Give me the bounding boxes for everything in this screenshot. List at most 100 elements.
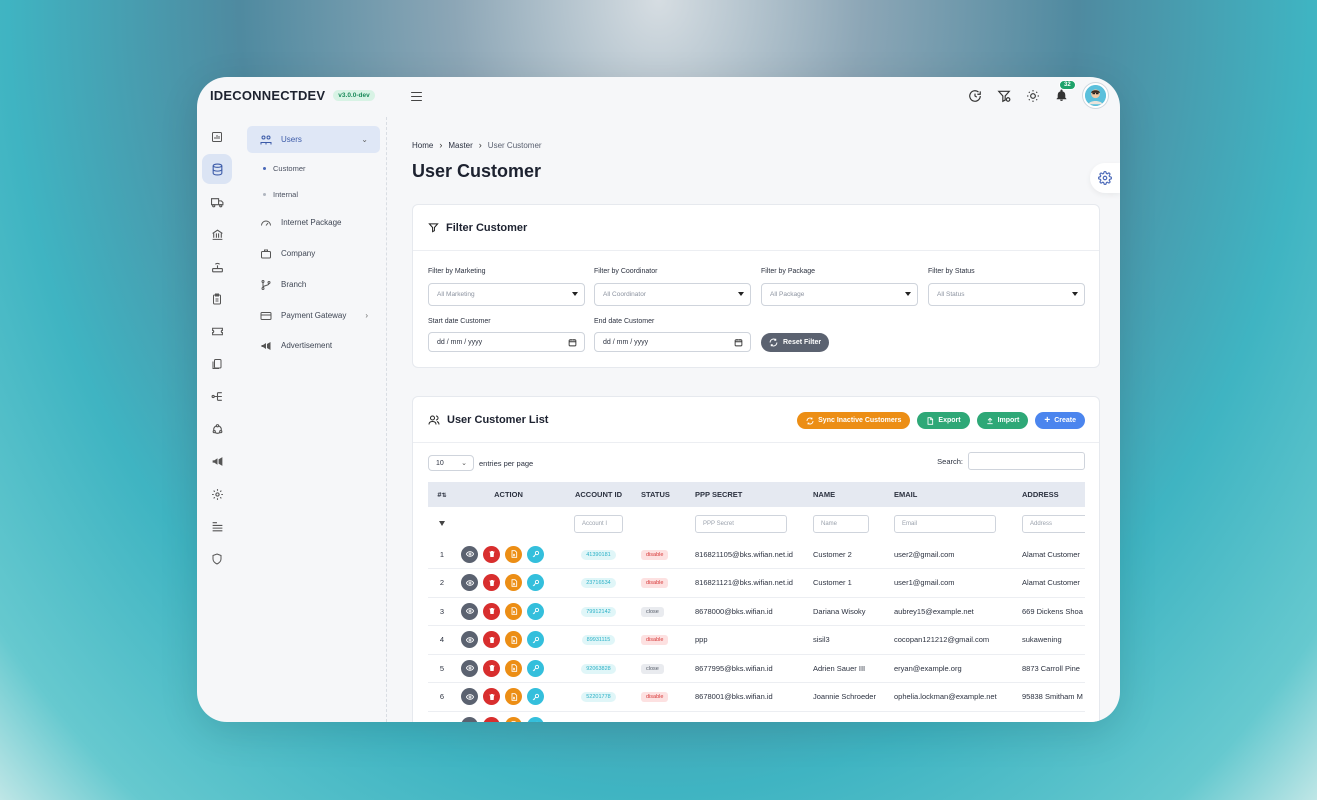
breadcrumb-master[interactable]: Master — [448, 141, 472, 150]
edit-file-icon[interactable] — [505, 602, 522, 620]
hierarchy-icon[interactable] — [202, 381, 232, 411]
key-icon[interactable] — [527, 688, 544, 706]
megaphone-icon[interactable] — [202, 446, 232, 476]
edit-file-icon[interactable] — [505, 631, 522, 649]
delete-trash-icon[interactable] — [483, 688, 500, 706]
email-filter-input[interactable]: Email — [894, 514, 996, 533]
delete-trash-icon[interactable] — [483, 574, 500, 592]
delete-trash-icon[interactable] — [483, 602, 500, 620]
menu-toggle-icon[interactable] — [411, 92, 422, 101]
import-button[interactable]: Import — [976, 412, 1029, 429]
list-settings-icon[interactable] — [202, 511, 232, 541]
edit-file-icon[interactable] — [505, 574, 522, 592]
view-eye-icon[interactable] — [461, 631, 478, 649]
view-eye-icon[interactable] — [461, 602, 478, 620]
col-header-address[interactable]: ADDRESS — [1017, 482, 1085, 507]
delete-trash-icon[interactable] — [483, 631, 500, 649]
user-avatar[interactable] — [1083, 83, 1108, 108]
filter-settings-icon[interactable] — [996, 88, 1011, 103]
view-eye-icon[interactable] — [461, 574, 478, 592]
create-button[interactable]: + Create — [1035, 412, 1085, 429]
network-cycle-icon[interactable] — [202, 414, 232, 444]
name-cell: Adrien Sauer III — [808, 654, 889, 683]
account-filter-input[interactable]: Account I — [574, 514, 623, 533]
address-filter-input[interactable]: Address — [1022, 514, 1085, 533]
delete-trash-icon[interactable] — [483, 545, 500, 563]
shield-icon[interactable] — [202, 544, 232, 574]
calendar-icon[interactable] — [568, 338, 577, 349]
caret-down-icon[interactable] — [428, 507, 456, 540]
address-cell: sukawening — [1017, 625, 1085, 655]
truck-icon[interactable] — [202, 187, 232, 217]
col-header-ppp-secret[interactable]: PPP SECRET — [690, 482, 808, 507]
start-date-input[interactable]: dd / mm / yyyy — [428, 332, 585, 352]
breadcrumb: Home › Master › User Customer — [412, 140, 542, 150]
clipboard-icon[interactable] — [202, 284, 232, 314]
key-icon[interactable] — [527, 574, 544, 592]
sidebar-item-advertisement[interactable]: Advertisement — [247, 332, 380, 359]
key-icon[interactable] — [527, 602, 544, 620]
bank-icon[interactable] — [202, 219, 232, 249]
upload-icon — [986, 417, 993, 424]
settings-gear-icon[interactable] — [1090, 163, 1120, 193]
caret-down-icon — [905, 292, 911, 296]
delete-trash-icon[interactable] — [483, 716, 500, 722]
col-header-number[interactable]: #⇅ — [428, 482, 456, 507]
coordinator-select[interactable]: All Coordinator — [594, 283, 751, 306]
address-filter-placeholder: Address — [1030, 520, 1053, 527]
name-filter-input[interactable]: Name — [813, 514, 869, 533]
row-number: 2 — [428, 568, 456, 598]
sidebar-item-company[interactable]: Company — [247, 240, 380, 267]
col-header-account-id[interactable]: ACCOUNT ID — [561, 482, 636, 507]
sync-clock-icon[interactable] — [967, 88, 982, 103]
sidebar-item-payment-gateway[interactable]: Payment Gateway › — [247, 302, 380, 329]
account-id-cell: 52201778 — [561, 682, 636, 712]
view-eye-icon[interactable] — [461, 716, 478, 722]
package-select[interactable]: All Package — [761, 283, 918, 306]
breadcrumb-home[interactable]: Home — [412, 141, 433, 150]
view-eye-icon[interactable] — [461, 659, 478, 677]
sidebar-item-label: Company — [281, 249, 316, 258]
notification-bell-icon[interactable]: 32 — [1054, 80, 1076, 103]
view-eye-icon[interactable] — [461, 688, 478, 706]
col-header-name[interactable]: NAME — [808, 482, 889, 507]
status-badge: disable — [641, 578, 669, 589]
router-icon[interactable] — [202, 252, 232, 282]
edit-file-icon[interactable] — [505, 545, 522, 563]
database-icon[interactable] — [202, 154, 232, 184]
package-select-value: All Package — [770, 291, 805, 298]
sidebar-item-branch[interactable]: Branch — [247, 271, 380, 298]
status-badge: disable — [641, 549, 669, 560]
view-eye-icon[interactable] — [461, 545, 478, 563]
key-icon[interactable] — [527, 659, 544, 677]
end-date-input[interactable]: dd / mm / yyyy — [594, 332, 751, 352]
dashboard-icon[interactable] — [202, 122, 232, 152]
marketing-select[interactable]: All Marketing — [428, 283, 585, 306]
ticket-icon[interactable] — [202, 316, 232, 346]
entries-select[interactable]: 10 ⌄ — [428, 455, 474, 471]
sidebar-item-internet-package-row[interactable]: Internet Package — [247, 209, 380, 236]
col-header-status[interactable]: STATUS — [636, 482, 690, 507]
ppp-filter-input[interactable]: PPP Secret — [695, 514, 787, 533]
documents-icon[interactable] — [202, 349, 232, 379]
edit-file-icon[interactable] — [505, 716, 522, 722]
edit-file-icon[interactable] — [505, 688, 522, 706]
calendar-icon[interactable] — [734, 338, 743, 349]
entries-control: 10 ⌄ entries per page — [428, 455, 533, 471]
sync-inactive-button[interactable]: Sync Inactive Customers — [797, 412, 911, 429]
status-select-value: All Status — [937, 291, 965, 298]
edit-file-icon[interactable] — [505, 659, 522, 677]
status-select[interactable]: All Status — [928, 283, 1085, 306]
list-card-header: User Customer List Sync Inactive Custome… — [413, 397, 1099, 443]
delete-trash-icon[interactable] — [483, 659, 500, 677]
reset-filter-button[interactable]: Reset Filter — [761, 333, 830, 352]
key-icon[interactable] — [527, 631, 544, 649]
key-icon[interactable] — [527, 545, 544, 563]
create-label: Create — [1054, 417, 1076, 424]
search-input[interactable] — [968, 452, 1085, 470]
key-icon[interactable] — [527, 716, 544, 722]
theme-sun-icon[interactable] — [1025, 88, 1040, 103]
gear-icon[interactable] — [202, 479, 232, 509]
col-header-email[interactable]: EMAIL — [889, 482, 1017, 507]
export-button[interactable]: Export — [917, 412, 970, 429]
